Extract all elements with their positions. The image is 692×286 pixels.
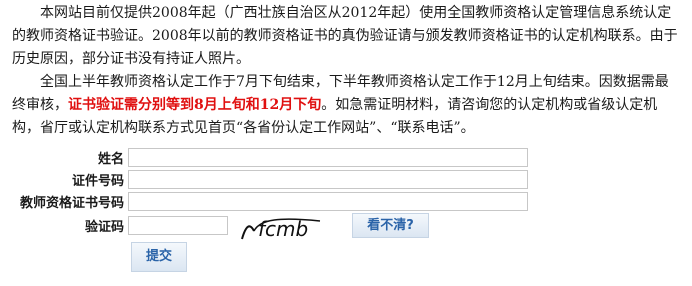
name-input[interactable] xyxy=(128,147,528,167)
id-number-input[interactable] xyxy=(128,169,528,189)
notice-paragraph-1: 本网站目前仅提供2008年起（广西壮族自治区从2012年起）使用全国教师资格认定… xyxy=(12,5,678,67)
cert-number-label: 教师资格证书号码 xyxy=(19,195,124,211)
refresh-captcha-button[interactable]: 看不清? xyxy=(352,213,429,238)
name-row: 姓名 xyxy=(0,146,528,168)
notice-text: 本网站目前仅提供2008年起（广西壮族自治区从2012年起）使用全国教师资格认定… xyxy=(12,2,682,140)
id-number-label: 证件号码 xyxy=(71,173,124,189)
notice-paragraph-2: 全国上半年教师资格认定工作于7月下旬结束，下半年教师资格认定工作于12月上旬结束… xyxy=(12,71,682,140)
submit-button[interactable]: 提交 xyxy=(131,242,187,272)
captcha-text: fcmb xyxy=(258,217,308,241)
cert-number-input[interactable] xyxy=(128,191,528,211)
captcha-row: 验证码 xyxy=(0,214,228,236)
notice-highlight: 证书验证需分别等到8月上旬和12月下旬 xyxy=(68,97,322,113)
name-label: 姓名 xyxy=(97,151,124,167)
captcha-label: 验证码 xyxy=(84,219,124,235)
captcha-input[interactable] xyxy=(128,215,228,235)
id-number-row: 证件号码 xyxy=(0,168,528,190)
captcha-image[interactable]: fcmb xyxy=(240,209,350,243)
